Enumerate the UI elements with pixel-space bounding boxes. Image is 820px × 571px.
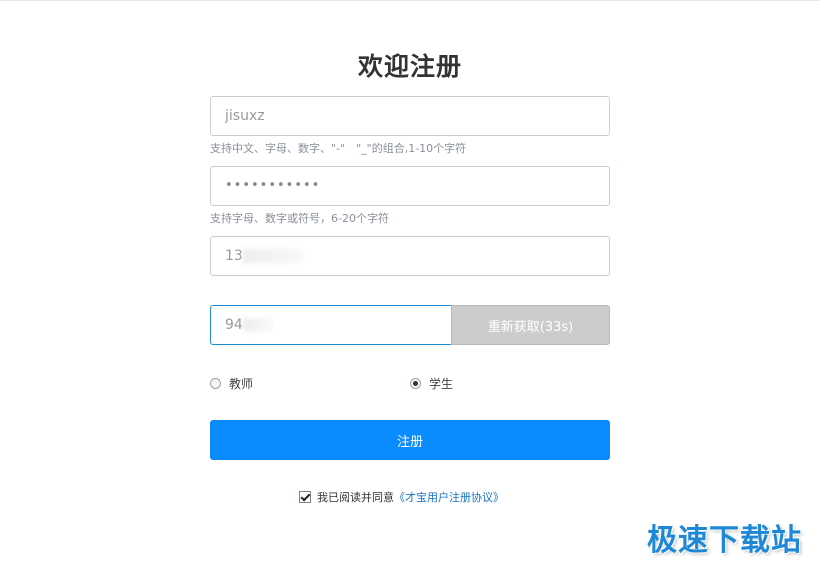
site-watermark: 极速下载站 [647,523,802,558]
agreement-row: 我已阅读并同意 《才宝用户注册协议》 [299,489,504,505]
agreement-text: 我已阅读并同意 [317,491,394,504]
code-value: 94 [225,317,243,333]
verification-code-input[interactable]: 94 [210,305,452,345]
resend-code-button[interactable]: 重新获取(33s) [451,305,610,345]
password-input[interactable]: ••••••••••• [210,166,610,206]
username-input[interactable] [210,96,610,136]
role-teacher[interactable]: 教师 [210,375,253,392]
code-redaction [242,318,273,332]
teacher-radio[interactable] [210,378,221,389]
register-button[interactable]: 注册 [210,420,610,460]
register-page: 欢迎注册 支持中文、字母、数字、"-" "_"的组合,1-10个字符 •••••… [0,0,820,571]
teacher-label: 教师 [229,377,254,391]
student-radio[interactable] [410,378,421,389]
role-student[interactable]: 学生 [410,375,453,392]
phone-value: 13 [225,248,243,264]
phone-redaction [242,249,303,263]
agreement-link[interactable]: 《才宝用户注册协议》 [394,489,504,505]
username-hint: 支持中文、字母、数字、"-" "_"的组合,1-10个字符 [210,142,467,155]
password-value: ••••••••••• [225,178,321,193]
phone-input[interactable]: 13 [210,236,610,276]
password-hint: 支持字母、数字或符号，6-20个字符 [210,212,389,225]
agreement-checkbox[interactable] [299,491,311,503]
student-label: 学生 [429,377,454,391]
page-title: 欢迎注册 [357,52,462,81]
